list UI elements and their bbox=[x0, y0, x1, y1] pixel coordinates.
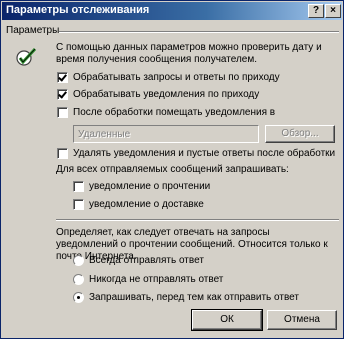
process-receipts-label[interactable]: Обрабатывать уведомления по приходу bbox=[73, 89, 259, 100]
folder-field-value: Удаленные bbox=[78, 129, 131, 140]
read-receipt-checkbox[interactable] bbox=[73, 181, 84, 192]
response-option-ask-label[interactable]: Запрашивать, перед тем как отправить отв… bbox=[89, 292, 299, 303]
response-description-line1: Определяет, как следует отвечать на запр… bbox=[56, 227, 270, 238]
move-receipts-label[interactable]: После обработки помещать уведомления в bbox=[73, 107, 275, 118]
move-receipts-checkbox[interactable] bbox=[57, 107, 68, 118]
cancel-button[interactable]: Отмена bbox=[267, 310, 337, 330]
delete-blank-checkbox[interactable] bbox=[57, 148, 68, 159]
checkmark-options-icon bbox=[16, 47, 37, 66]
title-bar[interactable]: Параметры отслеживания ? × bbox=[2, 2, 342, 20]
help-button[interactable]: ? bbox=[308, 4, 324, 18]
response-option-always-label[interactable]: Всегда отправлять ответ bbox=[89, 255, 204, 266]
tracking-options-dialog: Параметры отслеживания ? × Параметры С п… bbox=[0, 0, 344, 339]
settings-group-label: Параметры bbox=[6, 25, 60, 36]
group-divider bbox=[59, 31, 339, 33]
delete-blank-label[interactable]: Удалять уведомления и пустые ответы посл… bbox=[73, 148, 335, 159]
window-title: Параметры отслеживания bbox=[6, 4, 150, 16]
response-description-line2: уведомлений о прочтении сообщений. Относ… bbox=[56, 239, 328, 250]
process-requests-label[interactable]: Обрабатывать запросы и ответы по приходу bbox=[73, 72, 280, 83]
delivery-receipt-label[interactable]: уведомление о доставке bbox=[89, 199, 204, 210]
browse-button: Обзор... bbox=[265, 125, 335, 143]
ok-button[interactable]: ОК bbox=[191, 309, 263, 331]
response-option-never-label[interactable]: Никогда не отправлять ответ bbox=[89, 274, 223, 285]
request-for-all-label: Для всех отправляемых сообщений запрашив… bbox=[56, 164, 289, 175]
close-button[interactable]: × bbox=[325, 4, 341, 18]
response-option-ask-radio[interactable] bbox=[73, 292, 84, 303]
response-option-never-radio[interactable] bbox=[73, 274, 84, 285]
response-option-always-radio[interactable] bbox=[73, 255, 84, 266]
settings-description-line2: время получения сообщения получателем. bbox=[56, 54, 258, 65]
folder-field: Удаленные bbox=[73, 125, 259, 143]
read-receipt-label[interactable]: уведомление о прочтении bbox=[89, 181, 210, 192]
process-receipts-checkbox[interactable] bbox=[57, 89, 68, 100]
section-divider bbox=[56, 219, 339, 221]
process-requests-checkbox[interactable] bbox=[57, 72, 68, 83]
settings-description-line1: С помощью данных параметров можно провер… bbox=[56, 42, 322, 53]
delivery-receipt-checkbox[interactable] bbox=[73, 199, 84, 210]
